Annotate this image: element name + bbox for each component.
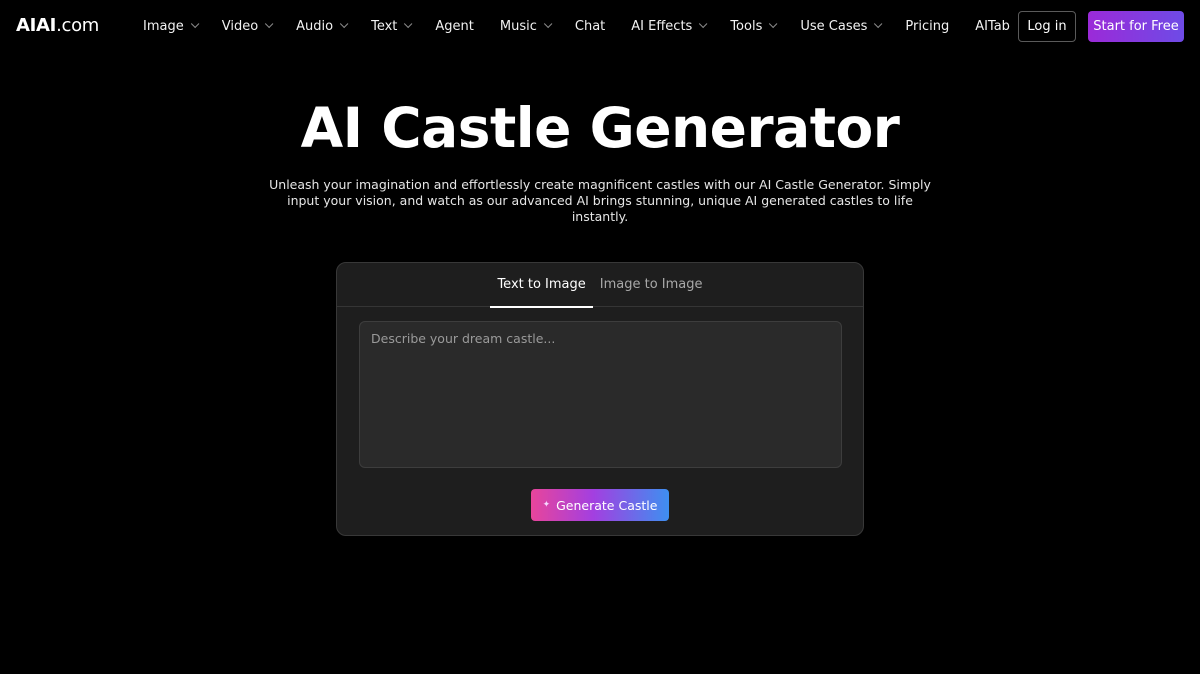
sparkle-icon: ✦ bbox=[542, 500, 551, 510]
nav-item-label: AI Effects bbox=[631, 18, 693, 34]
generator-tabs: Text to Image Image to Image bbox=[337, 263, 863, 308]
chevron-down-icon bbox=[265, 19, 274, 29]
nav-item-music[interactable]: Music bbox=[499, 18, 553, 34]
generator-card: Text to Image Image to Image ✦ Generate … bbox=[336, 262, 864, 536]
logo-text-domain: .com bbox=[56, 15, 100, 36]
tab-label: Image to Image bbox=[599, 277, 703, 292]
nav-links: Image Video Audio Text Agent Music Chat … bbox=[143, 0, 1036, 52]
nav-item-audio[interactable]: Audio bbox=[296, 18, 349, 34]
brand-logo[interactable]: AIAI .com bbox=[16, 15, 99, 36]
tab-text-to-image[interactable]: Text to Image bbox=[490, 263, 593, 308]
nav-item-label: Use Cases bbox=[800, 18, 868, 34]
top-navbar: AIAI .com Image Video Audio Text Agent Mu… bbox=[0, 0, 1200, 52]
chevron-down-icon bbox=[874, 19, 883, 29]
nav-item-label: Music bbox=[499, 18, 537, 34]
nav-item-label: Chat bbox=[574, 18, 606, 34]
nav-item-label: AITab bbox=[975, 18, 1010, 34]
generate-button-label: Generate Castle bbox=[556, 497, 658, 513]
chevron-down-icon bbox=[190, 19, 200, 29]
active-tab-indicator bbox=[490, 305, 593, 308]
nav-item-label: Pricing bbox=[905, 18, 950, 34]
nav-item-use-cases[interactable]: Use Cases bbox=[800, 18, 883, 34]
nav-item-image[interactable]: Image bbox=[143, 18, 200, 34]
nav-item-video[interactable]: Video bbox=[221, 18, 274, 34]
nav-item-agent[interactable]: Agent bbox=[435, 19, 473, 34]
chevron-down-icon bbox=[699, 19, 708, 29]
nav-item-chat[interactable]: Chat bbox=[575, 19, 605, 34]
start-for-free-button[interactable]: Start for Free bbox=[1088, 11, 1184, 42]
nav-item-ai-effects[interactable]: AI Effects bbox=[631, 18, 708, 34]
page-description: Unleash your imagination and effortlessl… bbox=[269, 177, 931, 224]
nav-item-aitab[interactable]: AITab bbox=[975, 19, 1010, 34]
nav-item-label: Image bbox=[143, 18, 184, 34]
nav-item-pricing[interactable]: Pricing bbox=[905, 19, 949, 34]
chevron-down-icon bbox=[769, 19, 778, 29]
chevron-down-icon bbox=[404, 19, 413, 29]
chevron-down-icon bbox=[339, 19, 349, 29]
nav-item-text[interactable]: Text bbox=[371, 18, 413, 34]
nav-item-label: Text bbox=[371, 18, 398, 34]
page-title: AI Castle Generator bbox=[300, 96, 900, 160]
castle-prompt-input[interactable] bbox=[359, 321, 842, 468]
tab-image-to-image[interactable]: Image to Image bbox=[593, 263, 710, 307]
nav-item-label: Video bbox=[221, 18, 259, 34]
login-button[interactable]: Log in bbox=[1018, 11, 1076, 42]
nav-item-label: Tools bbox=[730, 18, 763, 34]
logo-text-strong: AIAI bbox=[16, 15, 57, 36]
tab-label: Text to Image bbox=[497, 277, 586, 292]
nav-item-label: Agent bbox=[435, 18, 474, 34]
generate-castle-button[interactable]: ✦ Generate Castle bbox=[531, 489, 669, 521]
nav-item-label: Audio bbox=[296, 18, 334, 34]
nav-item-tools[interactable]: Tools bbox=[730, 18, 778, 34]
chevron-down-icon bbox=[543, 19, 553, 29]
